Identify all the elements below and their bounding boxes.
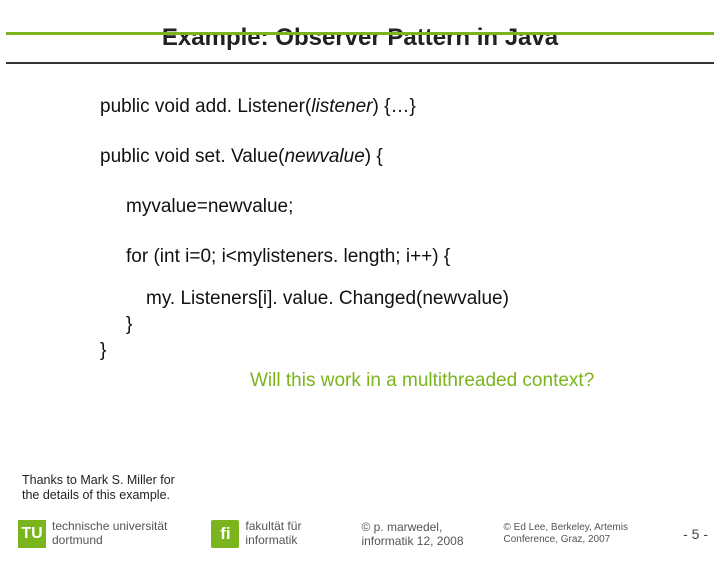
code-line-for: for (int i=0; i<mylisteners. length; i++… [100,246,720,268]
thanks-line2: the details of this example. [22,488,175,504]
code-param: newvalue [284,146,364,167]
copyright: © p. marwedel, informatik 12, 2008 [361,520,463,549]
slide-content: public void add. Listener(listener) {…} … [0,64,720,392]
footer: TU technische universität dortmund fi fa… [0,512,720,556]
top-accent-line [6,32,714,35]
code-text: public void add. Listener( [100,96,311,117]
fi-logo: fi fakultät für informatik [211,520,301,548]
code-text: ) { [365,146,383,167]
copyright-l1: © p. marwedel, [361,520,463,534]
code-line-close-inner: } [100,314,720,336]
code-line-setvalue-open: public void set. Value(newvalue) { [100,146,720,168]
code-text: ) {…} [373,96,416,117]
code-line-close-outer: } [100,340,720,362]
code-line-assign: myvalue=newvalue; [100,196,720,218]
code-line-call: my. Listeners[i]. value. Changed(newvalu… [100,288,720,310]
fi-logo-mark: fi [211,520,239,548]
thanks-line1: Thanks to Mark S. Miller for [22,473,175,489]
tu-logo-text: technische universität dortmund [52,520,167,548]
tu-logo-mark: TU [18,520,46,548]
attribution-l1: © Ed Lee, Berkeley, Artemis [504,522,628,534]
copyright-l2: informatik 12, 2008 [361,534,463,548]
fi-text-l1: fakultät für [245,520,301,534]
code-line-addlistener: public void add. Listener(listener) {…} [100,96,720,118]
code-param: listener [311,96,372,117]
thanks-note: Thanks to Mark S. Miller for the details… [22,473,175,504]
tu-text-l2: dortmund [52,534,167,548]
attribution: © Ed Lee, Berkeley, Artemis Conference, … [504,522,628,546]
slide-title: Example: Observer Pattern in Java [0,24,720,52]
question-text: Will this work in a multithreaded contex… [250,370,720,392]
fi-text-l2: informatik [245,534,301,548]
tu-logo: TU technische universität dortmund [18,520,167,548]
attribution-l2: Conference, Graz, 2007 [504,534,628,546]
fi-logo-text: fakultät für informatik [245,520,301,548]
code-text: public void set. Value( [100,146,284,167]
tu-text-l1: technische universität [52,520,167,534]
